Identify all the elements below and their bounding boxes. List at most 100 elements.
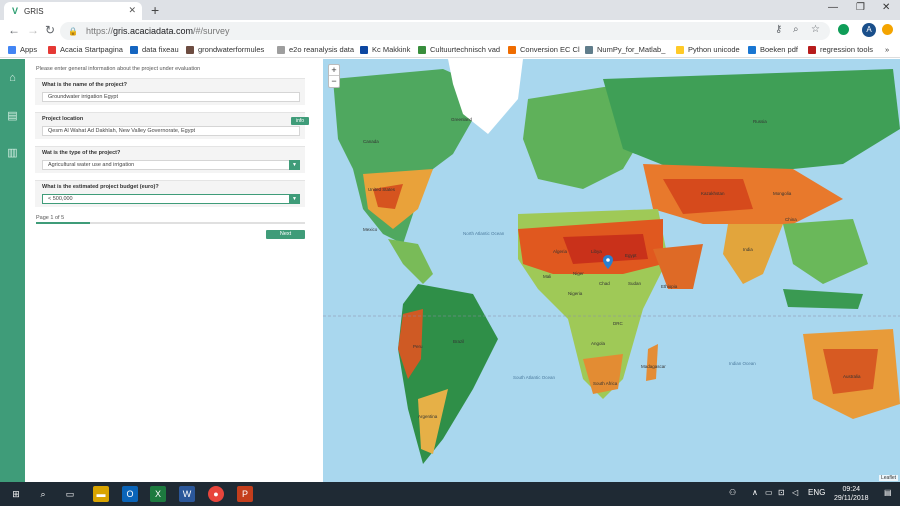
bookmark-icon bbox=[186, 45, 194, 54]
bookmark-icon bbox=[676, 45, 684, 54]
word-icon[interactable]: W bbox=[179, 486, 195, 502]
minimize-icon[interactable]: — bbox=[828, 2, 838, 13]
bookmark-icon bbox=[130, 45, 138, 54]
bookmark-item[interactable]: e2o reanalysis data bbox=[277, 45, 354, 54]
question-project-type: Wat is the type of the project? Agricult… bbox=[35, 146, 305, 173]
bookmark-item[interactable]: NumPy_for_Matlab_ bbox=[585, 45, 665, 54]
bookmark-item[interactable]: Python unicode bbox=[676, 45, 740, 54]
map-label: Niger bbox=[573, 271, 584, 276]
location-marker-icon[interactable] bbox=[603, 255, 613, 269]
chevron-up-icon[interactable]: ∧ bbox=[752, 488, 758, 497]
key-icon[interactable]: ⚷ bbox=[775, 24, 782, 35]
excel-icon[interactable]: X bbox=[150, 486, 166, 502]
bookmark-item[interactable]: Acacia Startpagina bbox=[48, 45, 123, 54]
map-label: China bbox=[785, 217, 797, 222]
bookmark-item[interactable]: Conversion EC Cl bbox=[508, 45, 580, 54]
outlook-icon[interactable]: O bbox=[122, 486, 138, 502]
document-icon[interactable]: ▥ bbox=[6, 147, 19, 160]
zoom-icon[interactable]: ⌕ bbox=[793, 24, 799, 35]
home-icon[interactable]: ⌂ bbox=[6, 72, 19, 85]
extension-icon-2[interactable] bbox=[882, 24, 893, 35]
world-map[interactable]: + − Greenland North Atlantic Ocean South… bbox=[323, 59, 900, 482]
bookmarks-overflow-icon[interactable]: » bbox=[885, 45, 889, 54]
bookmark-item[interactable]: grondwaterformules bbox=[186, 45, 264, 54]
bookmark-icon bbox=[277, 45, 285, 54]
map-label: Angola bbox=[591, 341, 606, 346]
tab-title: GRIS bbox=[24, 6, 44, 16]
map-label: Libya bbox=[591, 249, 602, 254]
zoom-in-button[interactable]: + bbox=[329, 65, 339, 76]
map-attribution[interactable]: Leaflet bbox=[878, 475, 898, 481]
notifications-icon[interactable]: ▤ bbox=[884, 488, 892, 497]
ocean-label: North Atlantic Ocean bbox=[463, 231, 505, 236]
project-location-input[interactable]: Qesm Al Wahat Ad Dakhlah, New Valley Gov… bbox=[42, 126, 300, 136]
map-label: Ethiopia bbox=[661, 284, 678, 289]
bookmark-item[interactable]: Cultuurtechnisch vad bbox=[418, 45, 500, 54]
browser-tab[interactable]: V GRIS ✕ bbox=[4, 2, 142, 20]
gris-favicon-icon: V bbox=[12, 6, 19, 16]
windows-start-icon[interactable]: ⊞ bbox=[8, 486, 24, 502]
map-label: Mali bbox=[543, 274, 552, 279]
project-type-select[interactable]: Agricultural water use and irrigation ▼ bbox=[42, 160, 300, 170]
next-button[interactable]: Next bbox=[266, 230, 305, 239]
question-label: Project location bbox=[42, 116, 84, 122]
survey-icon[interactable]: ▤ bbox=[6, 110, 19, 123]
bookmark-item[interactable]: Apps bbox=[8, 45, 37, 54]
system-clock[interactable]: 09:24 29/11/2018 bbox=[834, 485, 869, 503]
close-tab-icon[interactable]: ✕ bbox=[128, 5, 136, 16]
bookmark-icon bbox=[808, 45, 816, 54]
map-label: Australia bbox=[843, 374, 861, 379]
apps-icon bbox=[8, 45, 16, 54]
zoom-out-button[interactable]: − bbox=[329, 76, 339, 87]
lock-icon: 🔒 bbox=[68, 26, 78, 36]
question-label: What is the name of the project? bbox=[42, 82, 127, 88]
map-label: Greenland bbox=[451, 117, 473, 122]
map-label: Chad bbox=[599, 281, 610, 286]
project-budget-select[interactable]: < 500,000 ▼ bbox=[42, 194, 300, 204]
chevron-down-icon[interactable]: ▼ bbox=[289, 194, 300, 204]
chevron-down-icon[interactable]: ▼ bbox=[289, 160, 300, 170]
bookmark-item[interactable]: data fixeau bbox=[130, 45, 179, 54]
reload-icon[interactable]: ↻ bbox=[45, 23, 55, 37]
question-project-budget: What is the estimated project budget (eu… bbox=[35, 180, 305, 207]
forward-arrow-icon[interactable]: → bbox=[27, 23, 39, 37]
star-icon[interactable]: ☆ bbox=[811, 24, 820, 35]
bookmark-item[interactable]: Boeken pdf bbox=[748, 45, 798, 54]
search-icon[interactable]: ⌕ bbox=[35, 486, 51, 502]
battery-icon[interactable]: ▭ bbox=[765, 488, 773, 497]
bookmark-icon bbox=[360, 45, 368, 54]
zoom-control: + − bbox=[328, 64, 340, 88]
language-indicator[interactable]: ENG bbox=[808, 488, 825, 497]
question-project-location: Project location info Qesm Al Wahat Ad D… bbox=[35, 112, 309, 139]
map-label: Canada bbox=[363, 139, 379, 144]
new-tab-button[interactable]: + bbox=[151, 2, 159, 18]
question-label: Wat is the type of the project? bbox=[42, 150, 121, 156]
bookmark-icon bbox=[748, 45, 756, 54]
address-bar[interactable]: 🔒 https://gris.acaciadata.com/#/survey bbox=[60, 22, 830, 40]
project-name-input[interactable]: Groundwater irrigation Egypt bbox=[42, 92, 300, 102]
map-label: Russia bbox=[753, 119, 767, 124]
close-window-icon[interactable]: ✕ bbox=[882, 2, 890, 13]
survey-panel: Please enter general information about t… bbox=[25, 59, 323, 482]
question-project-name: What is the name of the project? Groundw… bbox=[35, 78, 305, 105]
file-explorer-icon[interactable]: ▬ bbox=[93, 486, 109, 502]
chrome-icon[interactable]: ● bbox=[208, 486, 224, 502]
extension-icon[interactable] bbox=[838, 24, 849, 35]
map-label: Mongolia bbox=[773, 191, 792, 196]
bookmark-item[interactable]: regression tools bbox=[808, 45, 873, 54]
map-tiles bbox=[323, 59, 900, 464]
info-button[interactable]: info bbox=[291, 117, 309, 125]
back-arrow-icon[interactable]: ← bbox=[8, 23, 20, 37]
people-icon[interactable]: ⚇ bbox=[729, 488, 736, 497]
network-icon[interactable]: ⊡ bbox=[778, 488, 785, 497]
ocean-label: South Atlantic Ocean bbox=[513, 375, 556, 380]
map-label: Algeria bbox=[553, 249, 568, 254]
avatar[interactable]: A bbox=[862, 23, 876, 37]
restore-icon[interactable]: ❐ bbox=[856, 2, 865, 13]
map-label: DRC bbox=[613, 321, 623, 326]
powerpoint-icon[interactable]: P bbox=[237, 486, 253, 502]
map-label: Mexico bbox=[363, 227, 378, 232]
volume-icon[interactable]: ◁ bbox=[792, 488, 798, 497]
task-view-icon[interactable]: ▭ bbox=[62, 486, 78, 502]
bookmark-item[interactable]: Kc Makkink bbox=[360, 45, 410, 54]
